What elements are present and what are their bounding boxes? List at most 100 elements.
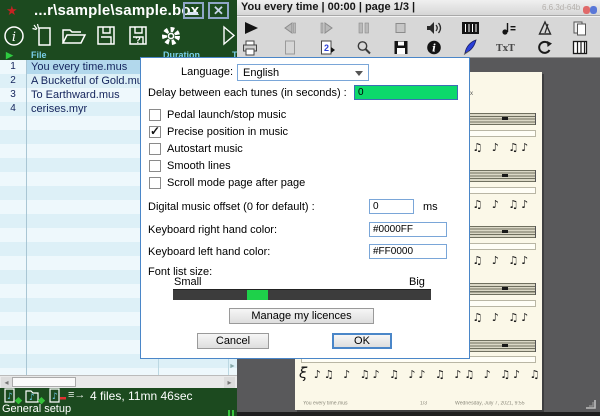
svg-text:?: ? <box>135 35 141 45</box>
scrollbar-thumb[interactable] <box>12 377 76 387</box>
scroll-mode-label: Scroll mode page after page <box>167 177 305 189</box>
file-name[interactable]: A Bucketful of Gold.mus <box>31 75 148 87</box>
metronome-button[interactable] <box>536 20 554 37</box>
volume-button[interactable] <box>425 20 443 37</box>
edit-quill-button[interactable] <box>461 39 479 56</box>
language-dropdown[interactable]: English <box>237 64 369 81</box>
close-button[interactable]: ✕ <box>208 2 229 19</box>
instruments-button[interactable] <box>461 20 479 37</box>
offset-input[interactable]: 0 <box>369 199 414 214</box>
autostart-label: Autostart music <box>167 143 243 155</box>
score-title-fragment: x <box>470 91 473 97</box>
column-divider <box>26 60 27 375</box>
open-folder-button[interactable] <box>60 23 86 49</box>
files-summary: 4 files, 11mn 46sec <box>90 389 193 403</box>
tempo-button[interactable] <box>500 20 518 37</box>
left-toolbar: i ? <box>0 22 237 50</box>
language-value: English <box>243 67 279 79</box>
page-footer-pagenum: 1/3 <box>420 401 427 406</box>
play-button[interactable] <box>243 20 261 37</box>
left-titlebar[interactable]: ★ ...r\sample\sample.box ✕ <box>0 0 237 22</box>
right-hand-color-label: Keyboard right hand color: <box>148 224 277 236</box>
autostart-checkbox[interactable] <box>149 143 161 155</box>
treble-clef-icon: ξ <box>299 364 307 382</box>
cancel-button[interactable]: Cancel <box>197 333 269 349</box>
previous-measure-button[interactable] <box>281 20 299 37</box>
delay-input[interactable]: 0 <box>354 85 458 100</box>
info-button[interactable]: i <box>2 23 28 49</box>
score-title: You every time | 00:00 | page 1/3 | <box>241 1 415 13</box>
text-mode-button[interactable]: TxT <box>495 39 513 56</box>
reload-button[interactable] <box>536 39 554 56</box>
svg-text:♪: ♪ <box>29 393 35 403</box>
copy-pages-button[interactable] <box>571 20 589 37</box>
scroll-mode-checkbox[interactable] <box>149 177 161 189</box>
slider-small-label: Small <box>174 276 202 288</box>
page-mode-button[interactable] <box>281 39 299 56</box>
file-name[interactable]: You every time.mus <box>31 61 127 73</box>
smooth-lines-label: Smooth lines <box>167 160 231 172</box>
left-hand-color-label: Keyboard left hand color: <box>148 246 270 258</box>
svg-text:i: i <box>12 30 16 45</box>
column-header-file[interactable]: File <box>31 50 47 60</box>
delay-label: Delay between each tunes (in seconds) : <box>148 87 347 99</box>
mode-label: General setup <box>2 403 71 415</box>
svg-text:♪: ♪ <box>7 392 13 402</box>
save-score-button[interactable] <box>392 39 410 56</box>
save-as-button[interactable]: ? <box>126 23 152 49</box>
svg-text:TxT: TxT <box>496 44 515 54</box>
app-window: ★ ...r\sample\sample.box ✕ i ? <box>0 0 600 416</box>
resize-grip-icon[interactable] <box>584 397 597 409</box>
score-toolbar: 2 i TxT <box>237 16 600 58</box>
slider-handle[interactable] <box>247 290 268 300</box>
page-setup-button[interactable]: 2 <box>318 39 336 56</box>
scroll-left-button[interactable]: ◂ <box>1 377 12 388</box>
svg-text:♪: ♪ <box>52 392 58 402</box>
notes-line-5: ξ ♪♫ ♪ ♫♪ ♫ ♪♪ ♫ ♪♫ ♪ ♫♪ ♫ ♪♫ ♪ ♫♪ ♫ ♪♪ <box>299 364 540 388</box>
pause-button[interactable] <box>355 20 373 37</box>
stop-button[interactable] <box>392 20 410 37</box>
version-label: 6.6.3d-64b <box>542 3 580 12</box>
page-footer-date: Wednesday, July 7, 2021, 9:55 <box>455 401 525 406</box>
keyboard-button[interactable] <box>571 39 589 56</box>
zoom-button[interactable] <box>355 39 373 56</box>
row-number: 4 <box>0 103 26 114</box>
print-button[interactable] <box>241 39 259 56</box>
page-footer-filename: You every time.mus <box>303 401 348 406</box>
chevron-down-icon <box>355 71 363 76</box>
file-name[interactable]: cerises.myr <box>31 103 87 115</box>
minimize-button[interactable] <box>183 2 204 19</box>
mode-bar: General setup <box>0 403 237 416</box>
offset-label: Digital music offset (0 for default) : <box>148 201 315 213</box>
offset-unit: ms <box>423 201 438 213</box>
status-bar: ♪◆ ♪◆ ♪ ≡→ 4 files, 11mn 46sec <box>0 388 237 404</box>
slider-big-label: Big <box>409 276 425 288</box>
settings-gear-icon[interactable] <box>158 23 184 49</box>
pedal-checkbox[interactable] <box>149 109 161 121</box>
language-label: Language: <box>181 66 233 78</box>
ok-button[interactable]: OK <box>332 333 392 349</box>
svg-text:2: 2 <box>324 43 329 53</box>
row-number: 1 <box>0 61 26 72</box>
file-name[interactable]: To Earthward.mus <box>31 89 120 101</box>
precise-position-checkbox[interactable] <box>149 126 161 138</box>
app-star-icon: ★ <box>6 3 18 19</box>
score-info-button[interactable]: i <box>425 39 443 56</box>
general-setup-dialog: Language: English Delay between each tun… <box>140 57 470 359</box>
left-window-title: ...r\sample\sample.box <box>34 2 199 19</box>
right-hand-color-input[interactable]: #0000FF <box>369 222 447 237</box>
scroll-right-button[interactable]: ▸ <box>224 377 235 388</box>
horizontal-scrollbar[interactable]: ◂ ▸ <box>0 375 237 388</box>
row-number: 2 <box>0 75 26 86</box>
row-number: 3 <box>0 89 26 100</box>
activity-bars-icon <box>228 405 236 416</box>
new-file-button[interactable] <box>31 23 57 49</box>
save-button[interactable] <box>94 23 120 49</box>
pedal-label: Pedal launch/stop music <box>167 109 286 121</box>
score-titlebar: You every time | 00:00 | page 1/3 | 6.6.… <box>237 0 600 16</box>
next-measure-button[interactable] <box>318 20 336 37</box>
smooth-lines-checkbox[interactable] <box>149 160 161 172</box>
left-hand-color-input[interactable]: #FF0000 <box>369 244 447 259</box>
font-size-slider[interactable] <box>173 289 431 300</box>
manage-licences-button[interactable]: Manage my licences <box>229 308 374 324</box>
